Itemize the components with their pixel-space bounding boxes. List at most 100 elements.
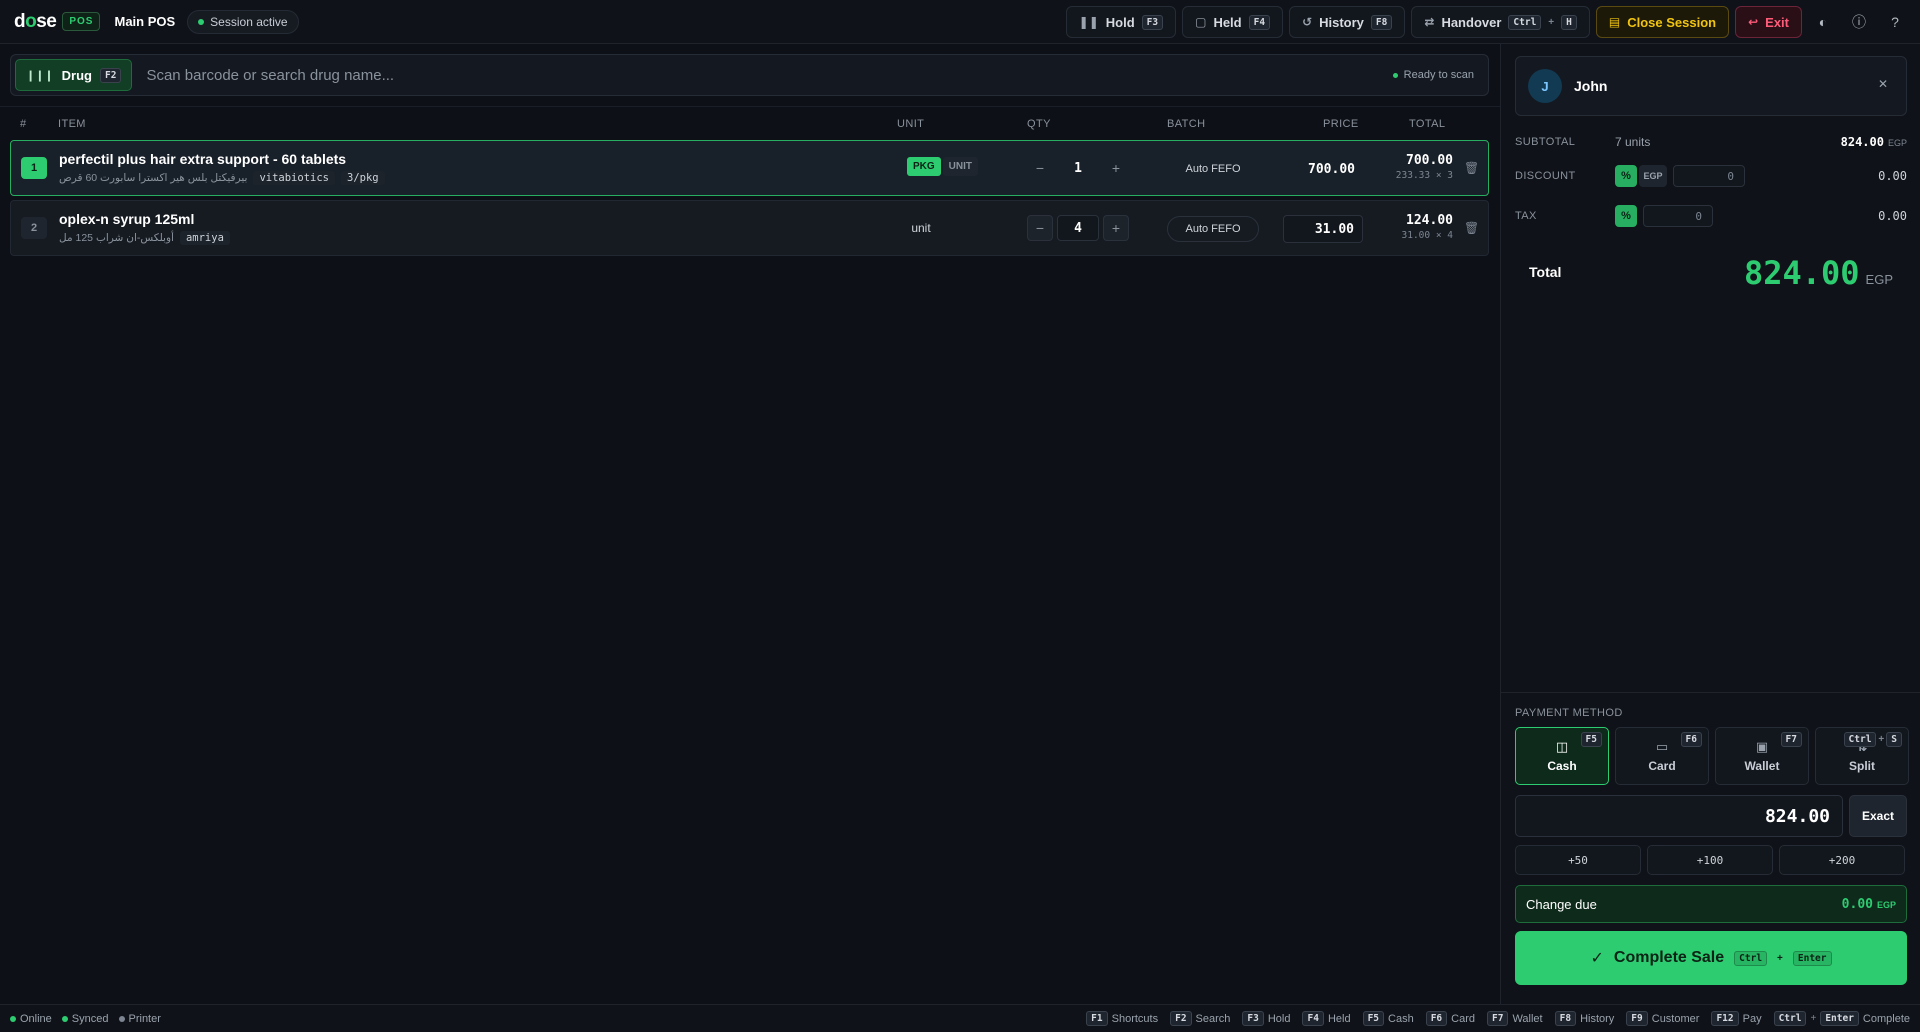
batch-select[interactable]: Auto FEFO [1167,216,1259,242]
shortcut-item: F12 Pay [1711,1011,1762,1026]
shortcut-item: Ctrl + Enter Complete [1773,1011,1910,1026]
payment-method-split[interactable]: Ctrl + S ⇅ Split [1815,727,1909,785]
help-icon[interactable]: ? [1880,6,1910,38]
complete-shortcut-plus: + [1777,952,1783,964]
line-total: 700.00 233.33 × 3 [1381,153,1453,181]
discount-input[interactable]: 0 [1673,165,1745,187]
increase-qty-button[interactable]: + [1103,155,1129,181]
tendered-amount-input[interactable]: 824.00 [1515,795,1843,837]
payment-method-cash[interactable]: F5 ◫ Cash [1515,727,1609,785]
session-status-text: Session active [210,14,288,29]
col-num: # [20,118,27,130]
box-icon: ▢ [1195,15,1207,29]
shortcut-item: F6 Card [1425,1011,1475,1026]
price-field[interactable]: 700.00 [1283,155,1363,183]
item-pack-size: 3/pkg [341,171,385,185]
complete-shortcut-ctrl: Ctrl [1734,950,1768,966]
held-button[interactable]: ▢ Held F4 [1182,6,1284,38]
unit-toggle: PKG UNIT [907,157,979,176]
wallet-icon: ▣ [1755,739,1769,754]
status-dot-icon [198,18,205,25]
complete-sale-button[interactable]: ✓ Complete Sale Ctrl + Enter [1515,931,1907,985]
handover-button[interactable]: ⇄ Handover Ctrl + H [1411,6,1590,38]
register-icon: ▤ [1608,15,1621,29]
payment-methods: F5 ◫ Cash F6 ▭ Card F7 ▣ Wallet Ctrl + S [1515,727,1909,785]
shortcut-legend: F1 Shortcuts F2 Search F3 Hold F4 Held F5 Cas… [1086,1011,1910,1026]
unit-option-unit[interactable]: UNIT [942,157,979,176]
change-due-value: 0.00 EGP [1841,896,1896,912]
printer-status: Printer [118,1013,161,1025]
session-status-badge: Session active [187,9,299,34]
shortcut-item: F9 Customer [1626,1011,1699,1026]
search-mode-button[interactable]: ❙❙❙ Drug F2 [15,59,133,91]
scanner-status-text: Ready to scan [1403,69,1474,81]
decrease-qty-button[interactable]: − [1027,155,1053,181]
quick-add-100-button[interactable]: +100 [1647,845,1773,875]
cart-area: ❙❙❙ Drug F2 Ready to scan # ITEM UNIT QT… [0,44,1500,1004]
close-icon[interactable]: ✕ [1878,77,1888,91]
held-shortcut: F4 [1248,14,1271,30]
split-shortcut-ctrl: Ctrl [1843,732,1877,747]
decrease-qty-button[interactable]: − [1027,215,1053,241]
status-bar: Online Synced Printer F1 Shortcuts F2 Sear… [0,1004,1920,1032]
held-label: Held [1213,14,1242,30]
increase-qty-button[interactable]: + [1103,215,1129,241]
tax-label: TAX [1515,210,1537,222]
table-row[interactable]: 1 perfectil plus hair extra support - 60… [10,140,1489,196]
exit-button[interactable]: ↩ Exit [1735,6,1802,38]
quick-add-50-button[interactable]: +50 [1515,845,1641,875]
scanner-status: Ready to scan [1392,69,1474,81]
quick-amounts: +50 +100 +200 [1515,845,1905,875]
payment-method-card[interactable]: F6 ▭ Card [1615,727,1709,785]
price-field[interactable]: 31.00 [1283,215,1363,243]
online-dot-icon [10,1015,16,1022]
avatar: J [1528,69,1562,103]
handover-label: Handover [1441,14,1502,30]
synced-status: Synced [61,1013,109,1025]
search-bar: ❙❙❙ Drug F2 Ready to scan [10,54,1489,96]
subtotal-row: SUBTOTAL 7 units 824.00 EGP [1515,128,1907,156]
shortcut-item: F5 Cash [1362,1011,1414,1026]
tax-input[interactable]: 0 [1643,205,1713,227]
customer-card[interactable]: J John ✕ [1515,56,1907,116]
search-input[interactable] [146,66,1393,84]
unit-option-pkg[interactable]: PKG [907,157,941,176]
line-total: 124.00 31.00 × 4 [1381,213,1453,241]
quantity-stepper: − 4 + [1027,215,1129,241]
quick-add-200-button[interactable]: +200 [1779,845,1905,875]
line-total-value: 700.00 [1406,153,1453,168]
split-shortcut-plus: + [1878,734,1885,745]
trash-icon[interactable]: 🗑 [1464,221,1479,235]
handover-shortcut-ctrl: Ctrl [1508,14,1542,30]
line-total-breakdown: 233.33 × 3 [1395,170,1453,181]
item-manufacturer: vitabiotics [253,171,335,185]
quantity-value[interactable]: 1 [1057,155,1099,181]
barcode-icon: ❙❙❙ [26,69,54,82]
close-session-button[interactable]: ▤ Close Session [1595,6,1730,38]
table-header: # ITEM UNIT QTY BATCH PRICE TOTAL [0,106,1500,138]
payment-method-wallet[interactable]: F7 ▣ Wallet [1715,727,1809,785]
info-icon[interactable]: ⓘ [1844,6,1874,38]
palette-icon[interactable]: ◐ [1808,6,1838,38]
history-icon: ↺ [1302,15,1313,29]
card-label: Card [1648,759,1676,773]
quantity-value[interactable]: 4 [1057,215,1099,241]
exact-button[interactable]: Exact [1849,795,1907,837]
tax-percent-toggle[interactable]: % [1615,205,1637,227]
discount-currency-toggle[interactable]: EGP [1639,165,1667,187]
complete-shortcut-enter: Enter [1792,950,1832,966]
hold-button[interactable]: ❚❚ Hold F3 [1065,6,1177,38]
cash-label: Cash [1547,759,1577,773]
grand-total: Total 824.00 EGP [1515,244,1907,300]
batch-select[interactable]: Auto FEFO [1167,156,1259,182]
card-icon: ▭ [1655,739,1669,754]
row-index: 1 [21,157,47,179]
trash-icon[interactable]: 🗑 [1464,161,1479,175]
online-status: Online [10,1013,52,1025]
scanner-dot-icon [1392,72,1398,78]
discount-percent-toggle[interactable]: % [1615,165,1637,187]
discount-value: 0.00 [1878,169,1907,183]
table-row[interactable]: 2 oplex-n syrup 125ml أوبلكس-ان شراب 125… [10,200,1489,256]
history-button[interactable]: ↺ History F8 [1289,6,1406,38]
handover-shortcut-h: H [1561,14,1577,30]
